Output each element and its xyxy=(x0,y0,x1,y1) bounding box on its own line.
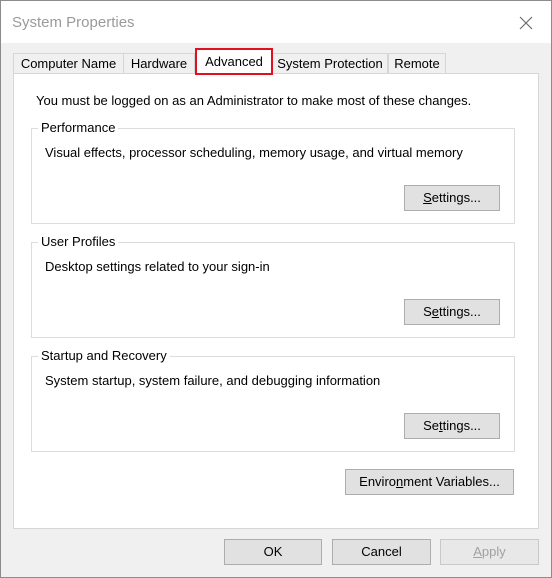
title-bar: System Properties xyxy=(1,1,551,43)
performance-settings-button[interactable]: Settings... xyxy=(404,185,500,211)
startup-recovery-group: Startup and Recovery System startup, sys… xyxy=(31,348,515,452)
environment-variables-button[interactable]: Environment Variables... xyxy=(345,469,514,495)
window-title: System Properties xyxy=(12,14,135,31)
close-button[interactable] xyxy=(507,7,545,39)
performance-group: Performance Visual effects, processor sc… xyxy=(31,120,515,224)
startup-recovery-settings-button[interactable]: Settings... xyxy=(404,413,500,439)
startup-recovery-group-title: Startup and Recovery xyxy=(38,348,170,363)
tab-advanced[interactable]: Advanced xyxy=(195,48,273,75)
user-profiles-settings-button[interactable]: Settings... xyxy=(404,299,500,325)
user-profiles-group: User Profiles Desktop settings related t… xyxy=(31,234,515,338)
ok-button[interactable]: OK xyxy=(224,539,322,565)
admin-notice: You must be logged on as an Administrato… xyxy=(36,93,472,108)
close-icon xyxy=(519,16,533,30)
performance-description: Visual effects, processor scheduling, me… xyxy=(45,145,463,160)
apply-button[interactable]: Apply xyxy=(440,539,539,565)
user-profiles-description: Desktop settings related to your sign-in xyxy=(45,259,270,274)
system-properties-window: System Properties Computer Name Hardware… xyxy=(0,0,552,578)
user-profiles-group-title: User Profiles xyxy=(38,234,119,249)
tab-system-protection[interactable]: System Protection xyxy=(272,53,388,73)
startup-recovery-description: System startup, system failure, and debu… xyxy=(45,373,381,388)
performance-group-title: Performance xyxy=(38,120,119,135)
tab-remote[interactable]: Remote xyxy=(388,53,446,73)
cancel-button[interactable]: Cancel xyxy=(332,539,431,565)
tab-hardware[interactable]: Hardware xyxy=(123,53,195,73)
tab-computer-name[interactable]: Computer Name xyxy=(13,53,124,73)
advanced-tab-panel: You must be logged on as an Administrato… xyxy=(13,73,539,529)
